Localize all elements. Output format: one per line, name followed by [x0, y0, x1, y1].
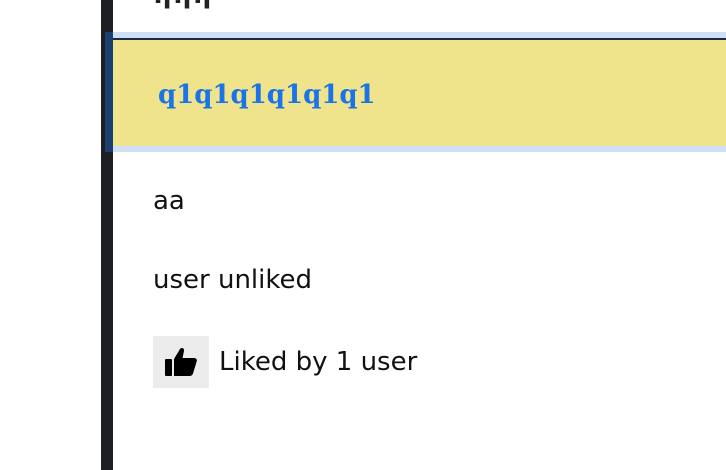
likes-count-text: Liked by 1 user [219, 347, 418, 377]
post-title-band: q1q1q1q1q1q1 [113, 38, 726, 146]
post-body-text: aa [153, 186, 185, 216]
thumbs-up-icon [165, 347, 197, 376]
post-title-link[interactable]: q1q1q1q1q1q1 [158, 80, 376, 110]
page-frame: ηηη q1q1q1q1q1q1 aa user unliked Liked b… [0, 0, 726, 470]
like-button[interactable] [153, 336, 209, 388]
post-header: q1q1q1q1q1q1 [105, 32, 726, 152]
post-header-accent [105, 32, 113, 152]
previous-post-title: ηηη [153, 0, 213, 10]
like-status-text: user unliked [153, 265, 313, 295]
like-row: Liked by 1 user [153, 336, 417, 388]
